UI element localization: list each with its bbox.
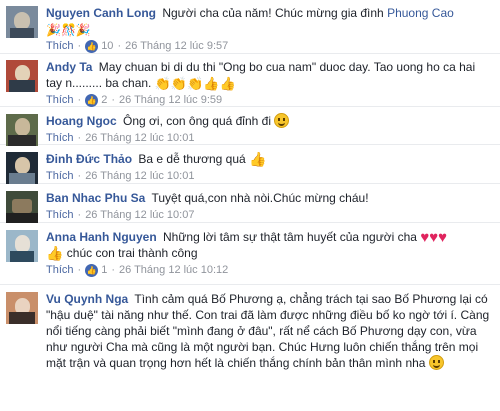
comment-actions: Thích · 👍 1 · 26 Tháng 12 lúc 10:12 xyxy=(46,262,229,278)
heart-icon: ♥ xyxy=(429,229,439,246)
heart-icon: ♥ xyxy=(438,229,448,246)
avatar[interactable] xyxy=(6,292,38,324)
thumbs-up-icon: 👍 xyxy=(46,245,64,261)
comment-actions: Thích · 26 Tháng 12 lúc 10:01 xyxy=(46,168,195,184)
like-button[interactable]: Thích xyxy=(46,262,74,278)
author-name[interactable]: Hoang Ngoc xyxy=(46,114,117,128)
comment-text: Tuyệt quá,con nhà nòi.Chúc mừng cháu! xyxy=(151,191,369,205)
grinning-face-icon xyxy=(274,113,290,128)
timestamp[interactable]: 26 Tháng 12 lúc 10:01 xyxy=(85,168,194,184)
like-count-icon[interactable]: 👍 xyxy=(85,39,99,53)
like-button[interactable]: Thích xyxy=(46,207,74,223)
comment-item: Ban Nhac Phu Sa Tuyệt quá,con nhà nòi.Ch… xyxy=(0,184,500,226)
author-name[interactable]: Đinh Đức Thảo xyxy=(46,152,132,166)
comment-item: Hoang Ngoc Ông ơi, con ông quá đỉnh đi T… xyxy=(0,107,500,147)
author-name[interactable]: Vu Quynh Nga xyxy=(46,292,128,306)
comment-item: Đinh Đức Thảo Ba e dễ thương quá 👍 Thích… xyxy=(0,145,500,186)
avatar[interactable] xyxy=(6,114,38,146)
like-count-icon[interactable]: 👍 xyxy=(85,263,99,277)
comment-text: Người cha của năm! Chúc mừng gia đình xyxy=(162,6,384,20)
avatar[interactable] xyxy=(6,60,38,92)
heart-icon: ♥ xyxy=(420,229,430,246)
like-count[interactable]: 10 xyxy=(101,38,113,54)
author-name[interactable]: Nguyen Canh Long xyxy=(46,6,156,20)
like-count[interactable]: 1 xyxy=(101,262,107,278)
author-name[interactable]: Andy Ta xyxy=(46,60,92,74)
comment-actions: Thích · 👍 10 · 26 Tháng 12 lúc 9:57 xyxy=(46,38,229,54)
avatar[interactable] xyxy=(6,191,38,223)
comment-item: Nguyen Canh Long Người cha của năm! Chúc… xyxy=(0,3,500,59)
comment-text: May chuan bi di du thi "Ong bo cua nam" … xyxy=(46,60,476,90)
clapping-hands-icon: 👏👏👏👍👍 xyxy=(154,76,236,91)
comment-item: Andy Ta May chuan bi di du thi "Ong bo c… xyxy=(0,54,500,111)
like-count[interactable]: 2 xyxy=(101,92,107,108)
timestamp[interactable]: 26 Tháng 12 lúc 10:07 xyxy=(85,207,194,223)
celebration-emoji-icon: 🎉🎊🎉 xyxy=(46,23,91,37)
comment-text-continued: chúc con trai thành công xyxy=(66,246,198,260)
like-count-icon[interactable]: 👍 xyxy=(85,93,99,107)
comment-item: Vu Quynh Nga Tình cảm quá Bố Phương ạ, c… xyxy=(0,285,500,396)
comment-text: Ông ơi, con ông quá đỉnh đi xyxy=(123,114,271,128)
smiling-face-icon xyxy=(428,355,444,370)
timestamp[interactable]: 26 Tháng 12 lúc 10:01 xyxy=(85,130,194,146)
like-button[interactable]: Thích xyxy=(46,168,74,184)
avatar[interactable] xyxy=(6,152,38,184)
like-button[interactable]: Thích xyxy=(46,38,74,54)
avatar[interactable] xyxy=(6,6,38,38)
comment-text: Những lời tâm sự thật tâm huyết của ngườ… xyxy=(163,230,417,244)
comment-list: Nguyen Canh Long Người cha của năm! Chúc… xyxy=(0,0,500,411)
author-name[interactable]: Ban Nhac Phu Sa xyxy=(46,191,145,205)
thumbs-up-icon: 👍 xyxy=(249,151,267,167)
like-button[interactable]: Thích xyxy=(46,130,74,146)
comment-actions: Thích · 26 Tháng 12 lúc 10:07 xyxy=(46,207,195,223)
timestamp[interactable]: 26 Tháng 12 lúc 9:57 xyxy=(125,38,228,54)
avatar[interactable] xyxy=(6,230,38,262)
like-button[interactable]: Thích xyxy=(46,92,74,108)
comment-actions: Thích · 26 Tháng 12 lúc 10:01 xyxy=(46,130,195,146)
comment-text: Ba e dễ thương quá xyxy=(138,152,246,166)
author-name[interactable]: Anna Hanh Nguyen xyxy=(46,230,157,244)
timestamp[interactable]: 26 Tháng 12 lúc 10:12 xyxy=(119,262,228,278)
timestamp[interactable]: 26 Tháng 12 lúc 9:59 xyxy=(119,92,222,108)
comment-actions: Thích · 👍 2 · 26 Tháng 12 lúc 9:59 xyxy=(46,92,223,108)
mention-link[interactable]: Phuong Cao xyxy=(387,6,454,20)
comment-item: Anna Hanh Nguyen Những lời tâm sự thật t… xyxy=(0,223,500,287)
